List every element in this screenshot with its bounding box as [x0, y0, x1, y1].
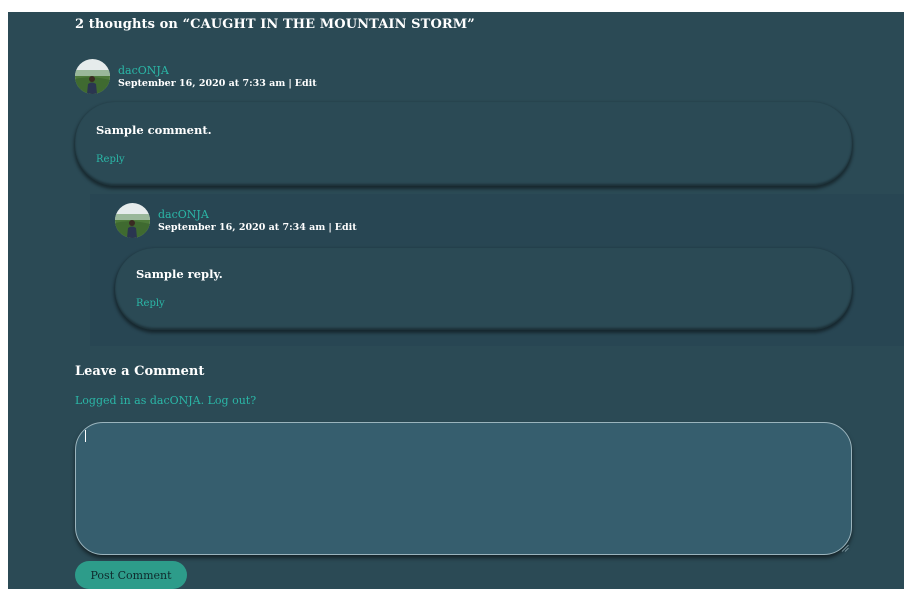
avatar[interactable]	[115, 203, 150, 238]
logged-in-period: .	[200, 394, 208, 407]
comment-body: Sample comment. Reply	[75, 102, 852, 186]
comment-date-line: September 16, 2020 at 7:34 am | Edit	[158, 221, 357, 234]
logged-in-prefix: Logged in as	[75, 394, 150, 407]
logout-link[interactable]: Log out?	[208, 394, 257, 407]
reply-comment-body: Sample reply. Reply	[115, 248, 852, 330]
comments-title: 2 thoughts on “CAUGHT IN THE MOUNTAIN ST…	[75, 17, 475, 32]
comment-date-link[interactable]: September 16, 2020 at 7:33 am	[118, 78, 285, 89]
avatar-photo-icon	[75, 59, 110, 94]
avatar-photo-icon	[115, 203, 150, 238]
post-comment-button[interactable]: Post Comment	[75, 561, 187, 589]
comment-textarea[interactable]	[75, 422, 852, 555]
comment-meta: dacONJA September 16, 2020 at 7:33 am | Ed…	[75, 59, 317, 94]
comment-author-link[interactable]: dacONJA	[158, 208, 357, 221]
reply-comment-meta: dacONJA September 16, 2020 at 7:34 am | Ed…	[115, 203, 357, 238]
comment-date-line: September 16, 2020 at 7:33 am | Edit	[118, 77, 317, 90]
profile-link[interactable]: dacONJA	[150, 394, 201, 407]
comment-edit-link[interactable]: Edit	[335, 222, 357, 233]
resize-grip-icon[interactable]	[841, 544, 849, 552]
meta-separator: |	[328, 221, 332, 233]
logged-in-as: Logged in as dacONJA. Log out?	[75, 394, 256, 407]
text-caret	[85, 430, 86, 442]
reply-link[interactable]: Reply	[96, 154, 125, 165]
meta-separator: |	[288, 77, 292, 89]
reply-link[interactable]: Reply	[136, 298, 165, 309]
comment-edit-link[interactable]: Edit	[295, 78, 317, 89]
leave-comment-title: Leave a Comment	[75, 364, 205, 379]
avatar[interactable]	[75, 59, 110, 94]
comment-date-link[interactable]: September 16, 2020 at 7:34 am	[158, 222, 325, 233]
comment-author-link[interactable]: dacONJA	[118, 64, 317, 77]
comments-section: 2 thoughts on “CAUGHT IN THE MOUNTAIN ST…	[8, 12, 904, 589]
comment-text: Sample comment.	[96, 123, 212, 137]
comment-text: Sample reply.	[136, 267, 223, 281]
